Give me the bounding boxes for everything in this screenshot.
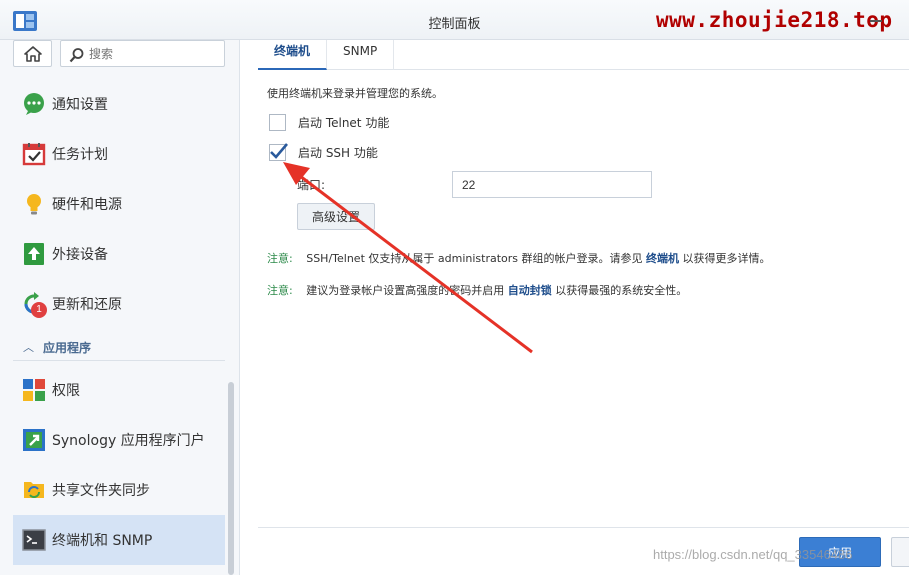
sidebar-item-update-restore[interactable]: 1 更新和还原 bbox=[13, 279, 225, 329]
watermark-text: www.zhoujie218.top bbox=[656, 8, 893, 32]
telnet-label: 启动 Telnet 功能 bbox=[298, 116, 390, 130]
watermark-url: https://blog.csdn.net/qq_33546486 bbox=[653, 547, 853, 562]
sidebar-item-label: 外接设备 bbox=[52, 247, 108, 263]
tab-snmp[interactable]: SNMP bbox=[327, 40, 395, 70]
notification-badge: 1 bbox=[31, 302, 47, 318]
search-input[interactable] bbox=[89, 45, 219, 63]
note-label: 注意: bbox=[267, 252, 293, 265]
sidebar-item-shared-folder-sync[interactable]: 共享文件夹同步 bbox=[13, 465, 225, 515]
tab-terminal[interactable]: 终端机 bbox=[258, 40, 328, 70]
terminal-icon bbox=[22, 528, 46, 552]
lightbulb-icon bbox=[22, 192, 46, 216]
sidebar-item-terminal-snmp[interactable]: 终端机和 SNMP bbox=[13, 515, 225, 565]
sidebar-item-label: 共享文件夹同步 bbox=[52, 483, 150, 499]
sidebar-item-label: 通知设置 bbox=[52, 97, 108, 113]
sidebar-item-notification[interactable]: 通知设置 bbox=[13, 79, 225, 129]
main-panel: 终端机 SNMP 使用终端机来登录并管理您的系统。 启动 Telnet 功能 启… bbox=[241, 40, 909, 575]
telnet-option[interactable]: 启动 Telnet 功能 bbox=[269, 114, 389, 131]
sidebar-item-label: 权限 bbox=[52, 383, 80, 399]
sidebar-item-label: Synology 应用程序门户 bbox=[52, 433, 205, 449]
chat-bubble-icon bbox=[22, 92, 46, 116]
section-header-applications[interactable]: ︿ 应用程序 bbox=[13, 337, 225, 361]
sidebar-item-label: 任务计划 bbox=[52, 147, 108, 163]
sidebar-item-hardware-power[interactable]: 硬件和电源 bbox=[13, 179, 225, 229]
ssh-label: 启动 SSH 功能 bbox=[298, 146, 378, 160]
section-description: 使用终端机来登录并管理您的系统。 bbox=[267, 87, 443, 100]
note-text: 以获得更多详情。 bbox=[682, 252, 771, 265]
sidebar-item-privileges[interactable]: 权限 bbox=[13, 365, 225, 415]
sidebar: 通知设置 任务计划 硬件和电源 外接设备 1 更新和还原 ︿ 应用程序 权限 bbox=[0, 40, 240, 575]
note-text: 以获得最强的系统安全性。 bbox=[555, 284, 688, 297]
refresh-icon: 1 bbox=[22, 292, 47, 318]
home-icon bbox=[23, 45, 42, 62]
ssh-option[interactable]: 启动 SSH 功能 bbox=[269, 143, 378, 161]
grid-icon bbox=[22, 378, 46, 402]
section-header-label: 应用程序 bbox=[43, 341, 92, 355]
ssh-checkbox[interactable] bbox=[269, 143, 288, 161]
folder-sync-icon bbox=[22, 478, 46, 502]
tab-bar: 终端机 SNMP bbox=[258, 40, 909, 70]
search-icon bbox=[69, 48, 84, 63]
advanced-settings-button[interactable]: 高级设置 bbox=[297, 203, 375, 230]
sidebar-item-label: 终端机和 SNMP bbox=[52, 533, 153, 549]
note-password: 注意: 建议为登录帐户设置高强度的密码并启用 自动封锁 以获得最强的系统安全性。 bbox=[267, 282, 687, 298]
note-text: 建议为登录帐户设置高强度的密码并启用 bbox=[306, 284, 505, 297]
sidebar-scrollbar[interactable] bbox=[228, 382, 234, 575]
sidebar-item-task-scheduler[interactable]: 任务计划 bbox=[13, 129, 225, 179]
note-label: 注意: bbox=[267, 284, 293, 297]
checkmark-icon bbox=[270, 143, 288, 159]
title-bar: 控制面板 www.zhoujie218.top bbox=[0, 0, 909, 40]
search-box[interactable] bbox=[60, 40, 225, 67]
sidebar-item-label: 更新和还原 bbox=[52, 297, 122, 313]
port-input[interactable] bbox=[452, 171, 652, 198]
minimize-button[interactable] bbox=[870, 20, 882, 22]
auto-block-link[interactable]: 自动封锁 bbox=[508, 284, 552, 297]
sidebar-item-label: 硬件和电源 bbox=[52, 197, 122, 213]
upload-device-icon bbox=[22, 242, 46, 266]
port-label: 端口: bbox=[297, 178, 326, 192]
telnet-checkbox[interactable] bbox=[269, 114, 286, 131]
note-text: SSH/Telnet 仅支持从属于 administrators 群组的帐户登录… bbox=[306, 252, 643, 265]
home-button[interactable] bbox=[13, 40, 52, 67]
terminal-help-link[interactable]: 终端机 bbox=[646, 252, 679, 265]
calendar-check-icon bbox=[22, 142, 46, 166]
footer-divider bbox=[258, 527, 909, 528]
chevron-up-icon: ︿ bbox=[23, 341, 34, 354]
note-ssh-telnet: 注意: SSH/Telnet 仅支持从属于 administrators 群组的… bbox=[267, 250, 771, 266]
reset-button[interactable] bbox=[891, 537, 909, 567]
sidebar-item-external-devices[interactable]: 外接设备 bbox=[13, 229, 225, 279]
portal-arrow-icon bbox=[22, 428, 46, 452]
sidebar-item-app-portal[interactable]: Synology 应用程序门户 bbox=[13, 415, 225, 465]
